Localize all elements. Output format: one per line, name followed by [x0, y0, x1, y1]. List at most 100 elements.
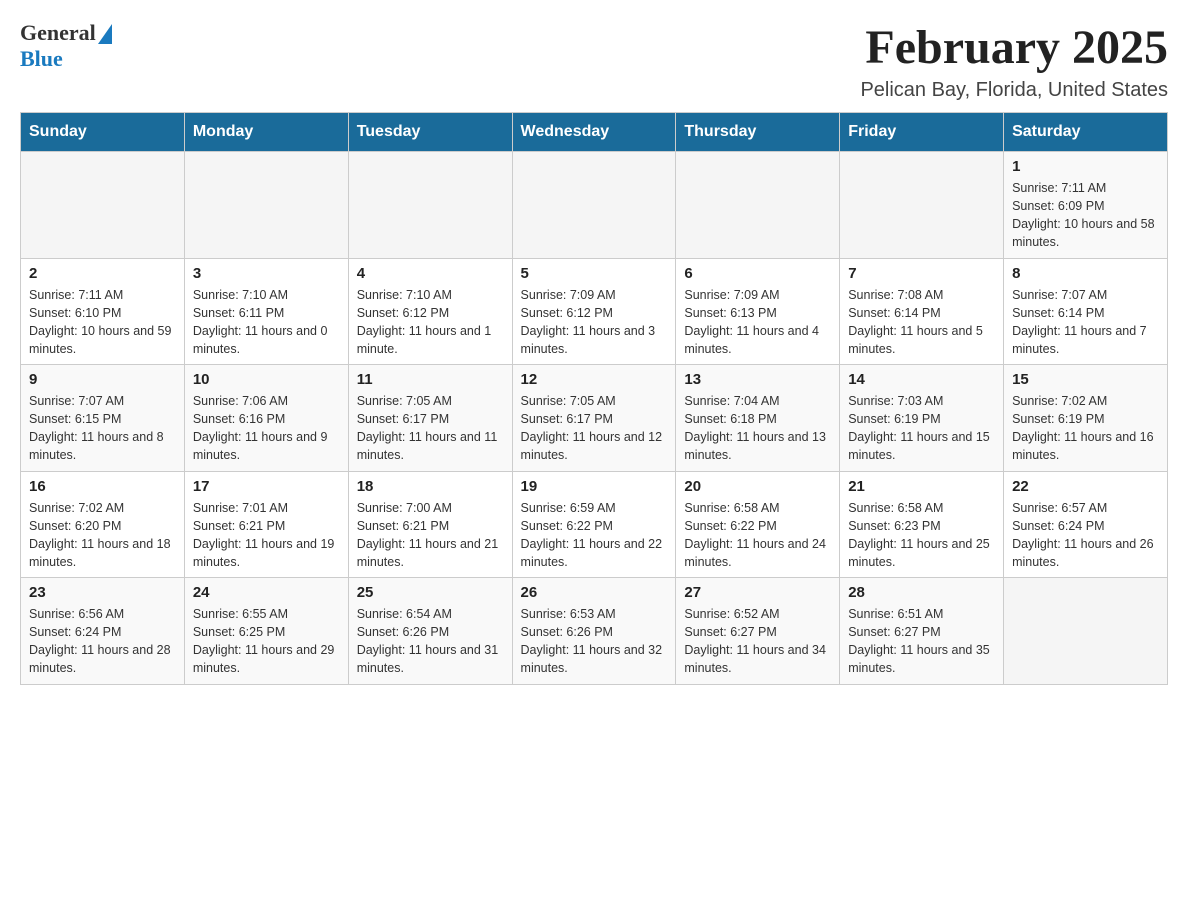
- day-info: Sunrise: 6:55 AM Sunset: 6:25 PM Dayligh…: [193, 605, 340, 678]
- calendar-week-row: 9Sunrise: 7:07 AM Sunset: 6:15 PM Daylig…: [21, 365, 1168, 472]
- day-info: Sunrise: 7:06 AM Sunset: 6:16 PM Dayligh…: [193, 392, 340, 465]
- day-number: 17: [193, 478, 340, 495]
- calendar-cell: 4 Sunrise: 7:10 AM Sunset: 6:12 PM Daylig…: [348, 258, 512, 365]
- calendar-cell: 22 Sunrise: 6:57 AM Sunset: 6:24 PM Dayli…: [1004, 471, 1168, 578]
- calendar-week-row: 2 Sunrise: 7:11 AM Sunset: 6:10 PM Daylig…: [21, 258, 1168, 365]
- day-info: Sunrise: 6:53 AM Sunset: 6:26 PM Dayligh…: [521, 605, 668, 678]
- day-info: Sunrise: 7:11 AM Sunset: 6:10 PM Dayligh…: [29, 286, 176, 359]
- calendar-cell: 18 Sunrise: 7:00 AM Sunset: 6:21 PM Dayli…: [348, 471, 512, 578]
- day-number: 1: [1012, 158, 1159, 175]
- calendar-day-header: Tuesday: [348, 113, 512, 152]
- location-title: Pelican Bay, Florida, United States: [860, 79, 1168, 102]
- day-number: 8: [1012, 265, 1159, 282]
- day-info: Sunrise: 7:01 AM Sunset: 6:21 PM Dayligh…: [193, 499, 340, 572]
- calendar-cell: [348, 152, 512, 259]
- calendar-cell: 5 Sunrise: 7:09 AM Sunset: 6:12 PM Daylig…: [512, 258, 676, 365]
- calendar-header-row: SundayMondayTuesdayWednesdayThursdayFrid…: [21, 113, 1168, 152]
- calendar-week-row: 16 Sunrise: 7:02 AM Sunset: 6:20 PM Dayli…: [21, 471, 1168, 578]
- calendar-table: SundayMondayTuesdayWednesdayThursdayFrid…: [20, 112, 1168, 685]
- day-number: 26: [521, 584, 668, 601]
- day-info: Sunrise: 6:54 AM Sunset: 6:26 PM Dayligh…: [357, 605, 504, 678]
- logo-blue-text: Blue: [20, 46, 63, 72]
- day-info: Sunrise: 7:03 AM Sunset: 6:19 PM Dayligh…: [848, 392, 995, 465]
- day-info: Sunrise: 7:10 AM Sunset: 6:12 PM Dayligh…: [357, 286, 504, 359]
- calendar-cell: 10 Sunrise: 7:06 AM Sunset: 6:16 PM Dayli…: [184, 365, 348, 472]
- calendar-cell: 27Sunrise: 6:52 AM Sunset: 6:27 PM Dayli…: [676, 578, 840, 685]
- day-info: Sunrise: 7:02 AM Sunset: 6:20 PM Dayligh…: [29, 499, 176, 572]
- calendar-cell: 15 Sunrise: 7:02 AM Sunset: 6:19 PM Dayli…: [1004, 365, 1168, 472]
- day-number: 15: [1012, 371, 1159, 388]
- day-info: Sunrise: 7:02 AM Sunset: 6:19 PM Dayligh…: [1012, 392, 1159, 465]
- day-number: 24: [193, 584, 340, 601]
- day-number: 16: [29, 478, 176, 495]
- calendar-cell: 3 Sunrise: 7:10 AM Sunset: 6:11 PM Daylig…: [184, 258, 348, 365]
- calendar-cell: 26 Sunrise: 6:53 AM Sunset: 6:26 PM Dayli…: [512, 578, 676, 685]
- calendar-cell: 23Sunrise: 6:56 AM Sunset: 6:24 PM Dayli…: [21, 578, 185, 685]
- day-info: Sunrise: 7:08 AM Sunset: 6:14 PM Dayligh…: [848, 286, 995, 359]
- calendar-cell: 2 Sunrise: 7:11 AM Sunset: 6:10 PM Daylig…: [21, 258, 185, 365]
- day-number: 3: [193, 265, 340, 282]
- day-number: 21: [848, 478, 995, 495]
- calendar-cell: 24 Sunrise: 6:55 AM Sunset: 6:25 PM Dayli…: [184, 578, 348, 685]
- calendar-cell: 28 Sunrise: 6:51 AM Sunset: 6:27 PM Dayli…: [840, 578, 1004, 685]
- day-info: Sunrise: 6:52 AM Sunset: 6:27 PM Dayligh…: [684, 605, 831, 678]
- day-info: Sunrise: 7:10 AM Sunset: 6:11 PM Dayligh…: [193, 286, 340, 359]
- day-number: 4: [357, 265, 504, 282]
- calendar-cell: 6Sunrise: 7:09 AM Sunset: 6:13 PM Daylig…: [676, 258, 840, 365]
- day-number: 6: [684, 265, 831, 282]
- day-number: 11: [357, 371, 504, 388]
- day-number: 5: [521, 265, 668, 282]
- calendar-cell: 21Sunrise: 6:58 AM Sunset: 6:23 PM Dayli…: [840, 471, 1004, 578]
- day-info: Sunrise: 7:05 AM Sunset: 6:17 PM Dayligh…: [521, 392, 668, 465]
- calendar-cell: [840, 152, 1004, 259]
- day-info: Sunrise: 7:07 AM Sunset: 6:14 PM Dayligh…: [1012, 286, 1159, 359]
- calendar-week-row: 1 Sunrise: 7:11 AM Sunset: 6:09 PM Daylig…: [21, 152, 1168, 259]
- calendar-day-header: Sunday: [21, 113, 185, 152]
- day-info: Sunrise: 6:59 AM Sunset: 6:22 PM Dayligh…: [521, 499, 668, 572]
- day-number: 28: [848, 584, 995, 601]
- calendar-cell: [676, 152, 840, 259]
- day-info: Sunrise: 7:07 AM Sunset: 6:15 PM Dayligh…: [29, 392, 176, 465]
- calendar-cell: 25 Sunrise: 6:54 AM Sunset: 6:26 PM Dayli…: [348, 578, 512, 685]
- calendar-day-header: Thursday: [676, 113, 840, 152]
- calendar-cell: 19 Sunrise: 6:59 AM Sunset: 6:22 PM Dayli…: [512, 471, 676, 578]
- calendar-cell: 14 Sunrise: 7:03 AM Sunset: 6:19 PM Dayli…: [840, 365, 1004, 472]
- day-number: 10: [193, 371, 340, 388]
- page-header: General Blue February 2025 Pelican Bay, …: [20, 20, 1168, 102]
- calendar-cell: 1 Sunrise: 7:11 AM Sunset: 6:09 PM Daylig…: [1004, 152, 1168, 259]
- day-info: Sunrise: 7:00 AM Sunset: 6:21 PM Dayligh…: [357, 499, 504, 572]
- day-number: 22: [1012, 478, 1159, 495]
- calendar-cell: 17 Sunrise: 7:01 AM Sunset: 6:21 PM Dayli…: [184, 471, 348, 578]
- calendar-cell: [184, 152, 348, 259]
- day-number: 19: [521, 478, 668, 495]
- day-info: Sunrise: 6:51 AM Sunset: 6:27 PM Dayligh…: [848, 605, 995, 678]
- day-number: 7: [848, 265, 995, 282]
- calendar-cell: 12 Sunrise: 7:05 AM Sunset: 6:17 PM Dayli…: [512, 365, 676, 472]
- day-number: 25: [357, 584, 504, 601]
- calendar-day-header: Wednesday: [512, 113, 676, 152]
- day-info: Sunrise: 7:09 AM Sunset: 6:12 PM Dayligh…: [521, 286, 668, 359]
- calendar-cell: 16 Sunrise: 7:02 AM Sunset: 6:20 PM Dayli…: [21, 471, 185, 578]
- logo-general-text: General: [20, 20, 96, 46]
- logo: General Blue: [20, 20, 112, 72]
- day-info: Sunrise: 6:57 AM Sunset: 6:24 PM Dayligh…: [1012, 499, 1159, 572]
- day-number: 18: [357, 478, 504, 495]
- month-title: February 2025: [860, 20, 1168, 75]
- calendar-cell: 9Sunrise: 7:07 AM Sunset: 6:15 PM Daylig…: [21, 365, 185, 472]
- calendar-cell: 20Sunrise: 6:58 AM Sunset: 6:22 PM Dayli…: [676, 471, 840, 578]
- calendar-cell: 13 Sunrise: 7:04 AM Sunset: 6:18 PM Dayli…: [676, 365, 840, 472]
- day-info: Sunrise: 7:04 AM Sunset: 6:18 PM Dayligh…: [684, 392, 831, 465]
- logo-triangle-icon: [98, 24, 112, 44]
- day-number: 2: [29, 265, 176, 282]
- day-number: 12: [521, 371, 668, 388]
- day-info: Sunrise: 7:11 AM Sunset: 6:09 PM Dayligh…: [1012, 179, 1159, 252]
- calendar-cell: [21, 152, 185, 259]
- day-number: 13: [684, 371, 831, 388]
- calendar-cell: 11Sunrise: 7:05 AM Sunset: 6:17 PM Dayli…: [348, 365, 512, 472]
- title-section: February 2025 Pelican Bay, Florida, Unit…: [860, 20, 1168, 102]
- day-number: 14: [848, 371, 995, 388]
- day-number: 23: [29, 584, 176, 601]
- day-number: 20: [684, 478, 831, 495]
- calendar-day-header: Monday: [184, 113, 348, 152]
- calendar-day-header: Saturday: [1004, 113, 1168, 152]
